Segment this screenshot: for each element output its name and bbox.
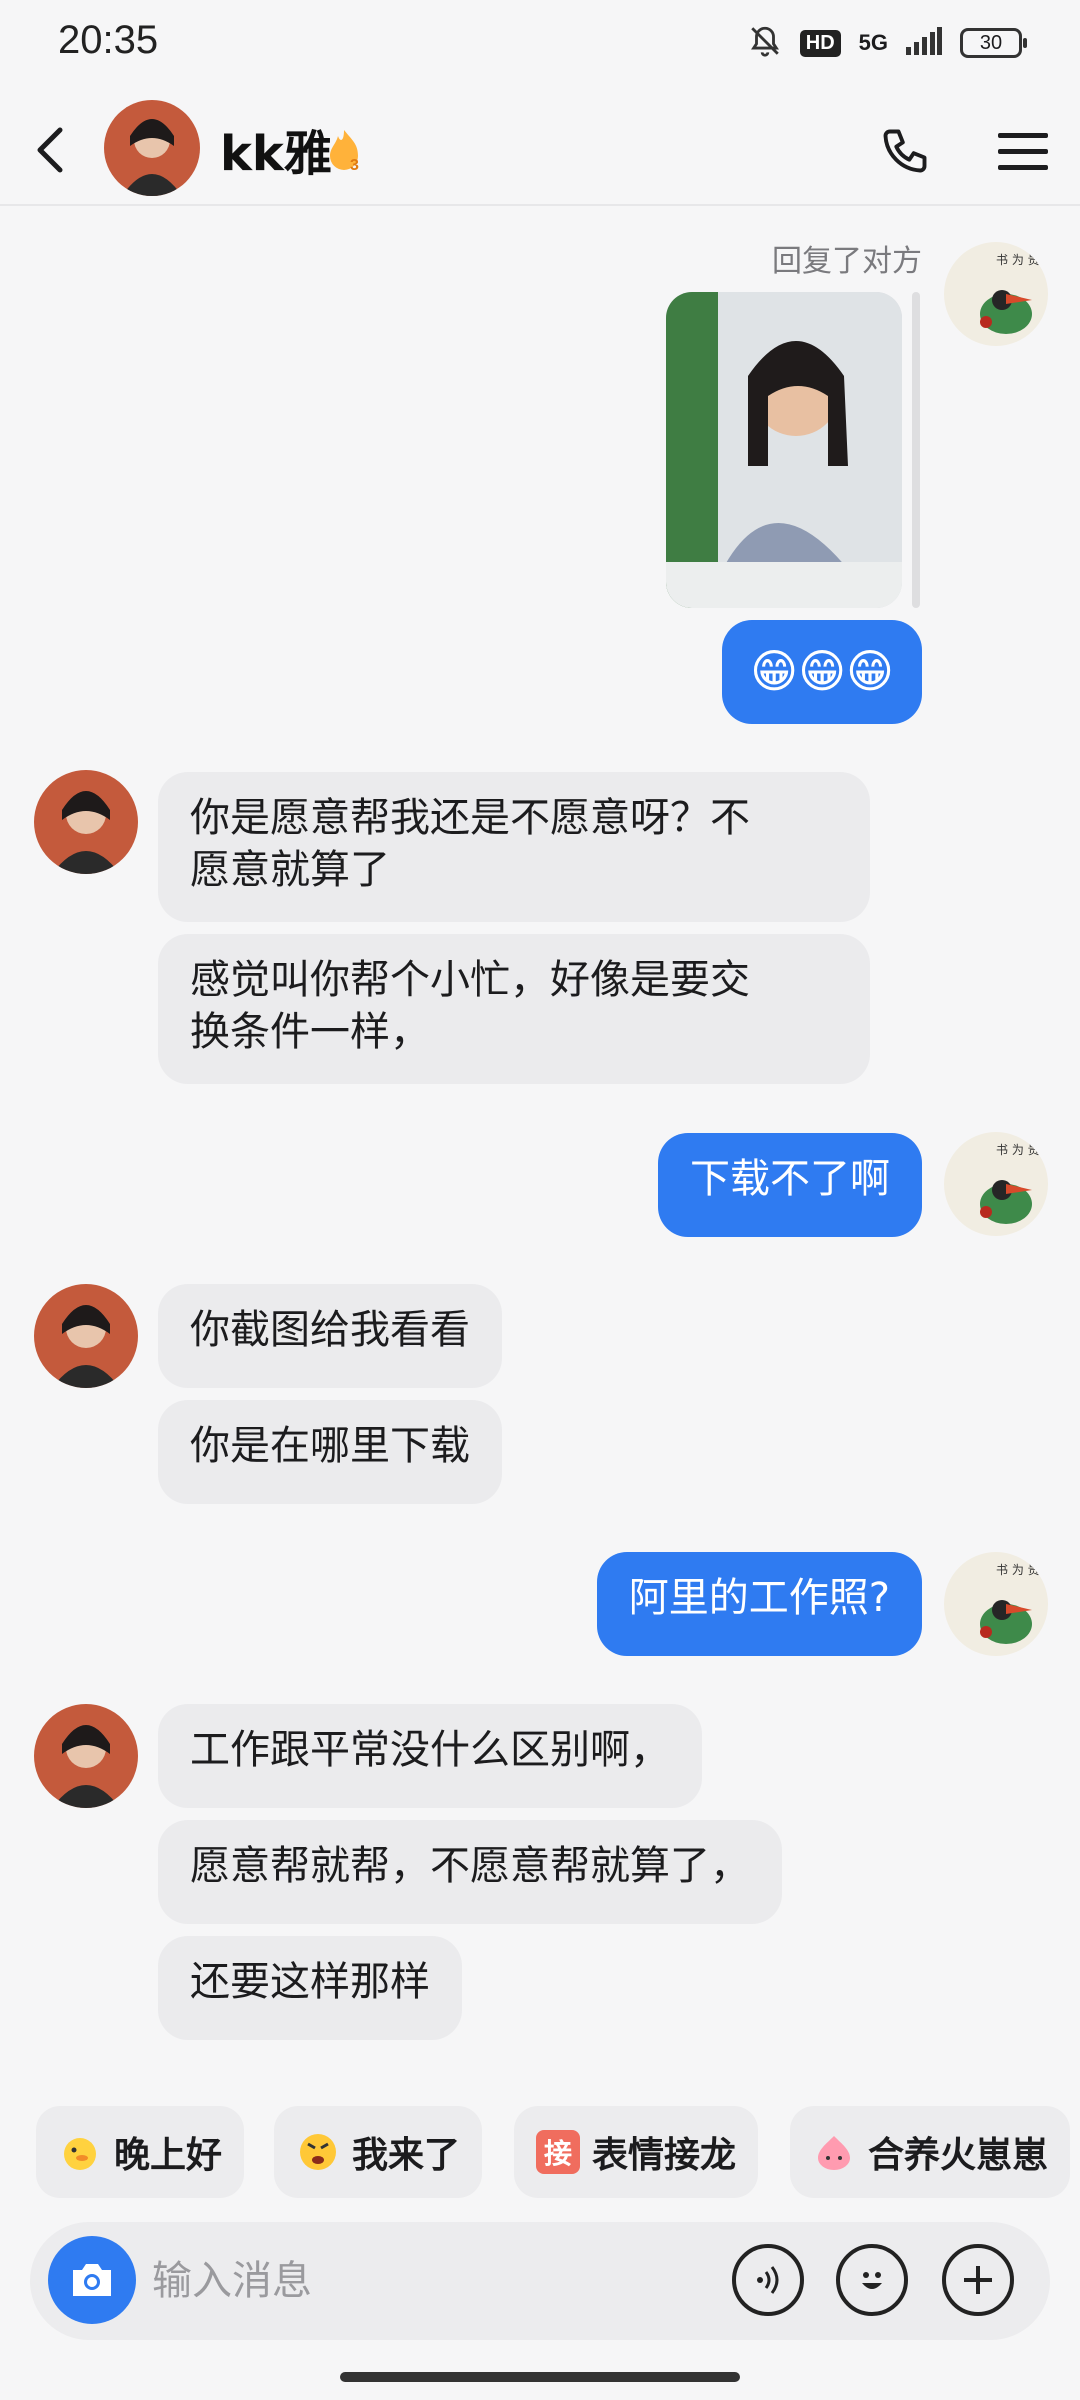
- my-avatar[interactable]: 书 为 贵: [944, 242, 1048, 346]
- quick-reply-label: 我来了: [352, 2135, 461, 2176]
- message-bubble-in[interactable]: 愿意帮就帮，不愿意帮就算了，: [158, 1820, 782, 1924]
- svg-text:书 为 贵: 书 为 贵: [996, 253, 1040, 267]
- add-button[interactable]: [942, 2244, 1014, 2316]
- message-bubble-in[interactable]: 你是愿意帮我还是不愿意呀？不 愿意就算了: [158, 772, 870, 922]
- network-label: 5G: [858, 30, 888, 55]
- bell-off-icon: [748, 24, 782, 62]
- message-bubble-in[interactable]: 你是在哪里下载: [158, 1400, 502, 1504]
- my-avatar[interactable]: 书 为 贵: [944, 1132, 1048, 1236]
- phone-icon: [883, 129, 927, 173]
- message-bubble-out[interactable]: 下载不了啊: [658, 1133, 922, 1237]
- emoji-button[interactable]: [836, 2244, 908, 2316]
- camera-icon: [73, 2264, 111, 2296]
- signal-icon: [906, 27, 942, 59]
- svg-text:书 为 贵: 书 为 贵: [996, 1143, 1040, 1157]
- status-icons: HD 5G 30: [748, 24, 1027, 62]
- flame-icon: 3: [324, 126, 368, 178]
- status-time: 20:35: [58, 18, 159, 62]
- camera-button[interactable]: [48, 2236, 136, 2324]
- contact-avatar[interactable]: [34, 1284, 138, 1388]
- smiley-icon: [862, 2272, 882, 2289]
- message-bubble-out[interactable]: 阿里的工作照?: [596, 1552, 922, 1656]
- quick-reply-good-evening[interactable]: 晚上好: [36, 2106, 245, 2198]
- shared-photo[interactable]: [666, 292, 902, 608]
- chat-title: kk雅: [220, 126, 332, 182]
- streak-count: 3: [350, 157, 359, 174]
- reply-label: 回复了对方: [772, 244, 922, 279]
- fire-sprite-icon: [812, 2130, 856, 2174]
- chat-header: kk雅 3: [0, 100, 1080, 206]
- quick-reply-label: 合养火崽崽: [868, 2135, 1049, 2176]
- menu-button[interactable]: [988, 116, 1058, 186]
- quick-reply-emoji-chain[interactable]: 接 表情接龙: [514, 2106, 759, 2198]
- my-avatar[interactable]: 书 为 贵: [944, 1552, 1048, 1656]
- photo-scroll-indicator: [912, 292, 920, 608]
- plus-icon: [964, 2266, 992, 2294]
- angry-face-icon: [296, 2130, 340, 2174]
- message-bubble-in[interactable]: 工作跟平常没什么区别啊，: [158, 1704, 702, 1808]
- voice-wave-icon: [757, 2266, 779, 2294]
- contact-avatar[interactable]: [34, 1704, 138, 1808]
- message-input[interactable]: [150, 2240, 714, 2322]
- message-bubble-out[interactable]: 😁😁😁: [722, 620, 922, 724]
- quick-reply-fire-sprite[interactable]: 合养火崽崽: [790, 2106, 1071, 2198]
- hd-badge: HD: [799, 29, 841, 57]
- quick-reply-here[interactable]: 我来了: [274, 2106, 483, 2198]
- home-indicator[interactable]: [340, 2372, 740, 2382]
- duck-icon: [58, 2130, 102, 2174]
- message-bubble-in[interactable]: 还要这样那样: [158, 1936, 462, 2040]
- quick-reply-label: 晚上好: [114, 2135, 223, 2176]
- avatar[interactable]: [104, 100, 200, 196]
- chain-badge-icon: 接: [536, 2130, 580, 2174]
- battery-icon: 30: [960, 28, 1027, 58]
- back-button[interactable]: [20, 120, 80, 180]
- svg-text:书 为 贵: 书 为 贵: [996, 1563, 1040, 1577]
- message-bubble-in[interactable]: 感觉叫你帮个小忙，好像是要交 换条件一样，: [158, 934, 870, 1084]
- call-button[interactable]: [870, 116, 940, 186]
- menu-icon: [998, 133, 1048, 170]
- contact-avatar[interactable]: [34, 770, 138, 874]
- voice-button[interactable]: [732, 2244, 804, 2316]
- message-bubble-in[interactable]: 你截图给我看看: [158, 1284, 502, 1388]
- back-arrow-icon: [37, 127, 63, 173]
- quick-reply-label: 表情接龙: [592, 2135, 737, 2176]
